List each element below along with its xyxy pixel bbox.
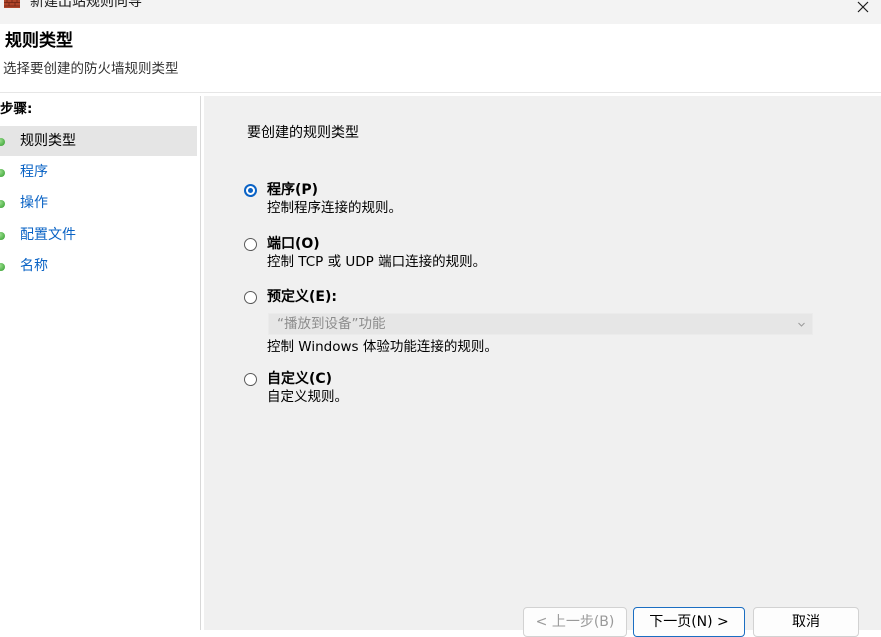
option-label[interactable]: 端口(O): [267, 236, 320, 253]
firewall-icon: [4, 0, 20, 8]
step-status-dot-icon: [0, 263, 5, 271]
step-label: 规则类型: [20, 133, 76, 149]
back-button[interactable]: < 上一步(B): [523, 607, 627, 637]
step-status-dot-icon: [0, 232, 5, 240]
cancel-button[interactable]: 取消: [753, 607, 859, 637]
next-button[interactable]: 下一页(N) >: [633, 607, 745, 637]
step-action[interactable]: 操作: [0, 188, 197, 218]
option-label[interactable]: 程序(P): [267, 182, 318, 199]
option-description: 控制 TCP 或 UDP 端口连接的规则。: [267, 254, 487, 270]
step-status-dot-icon: [0, 169, 5, 177]
custom-radio[interactable]: [244, 373, 257, 386]
port-radio[interactable]: [244, 238, 257, 251]
content-pane: 要创建的规则类型 程序(P) 控制程序连接的规则。 端口(O) 控制 TCP 或…: [204, 96, 881, 630]
close-icon[interactable]: [851, 0, 875, 15]
dropdown-value: “播放到设备”功能: [277, 316, 386, 332]
title-bar: 新建出站规则向导: [0, 0, 881, 24]
step-program[interactable]: 程序: [0, 157, 197, 187]
chevron-down-icon: [798, 322, 805, 327]
steps-heading: 步骤:: [0, 101, 33, 117]
step-profile[interactable]: 配置文件: [0, 220, 197, 250]
window-title: 新建出站规则向导: [30, 0, 142, 10]
step-label: 程序: [20, 164, 48, 180]
step-rule-type[interactable]: 规则类型: [0, 126, 197, 156]
option-label[interactable]: 自定义(C): [267, 371, 332, 388]
step-name[interactable]: 名称: [0, 251, 197, 281]
option-label[interactable]: 预定义(E):: [267, 289, 337, 306]
step-label: 操作: [20, 195, 48, 211]
option-description: 自定义规则。: [267, 389, 348, 405]
rule-type-prompt: 要创建的规则类型: [247, 125, 359, 141]
wizard-header: 规则类型 选择要创建的防火墙规则类型: [0, 24, 881, 93]
program-radio[interactable]: [244, 184, 257, 197]
option-description: 控制 Windows 体验功能连接的规则。: [267, 339, 498, 355]
option-description: 控制程序连接的规则。: [267, 200, 402, 216]
predefined-radio[interactable]: [244, 291, 257, 304]
steps-pane: 步骤: 规则类型 程序 操作 配置文件 名称: [0, 96, 201, 630]
page-subtitle: 选择要创建的防火墙规则类型: [3, 61, 179, 77]
step-label: 名称: [20, 258, 48, 274]
step-status-dot-icon: [0, 200, 5, 208]
step-label: 配置文件: [20, 227, 76, 243]
predefined-dropdown[interactable]: “播放到设备”功能: [268, 313, 813, 335]
step-status-dot-icon: [0, 138, 5, 146]
page-title: 规则类型: [5, 31, 73, 51]
